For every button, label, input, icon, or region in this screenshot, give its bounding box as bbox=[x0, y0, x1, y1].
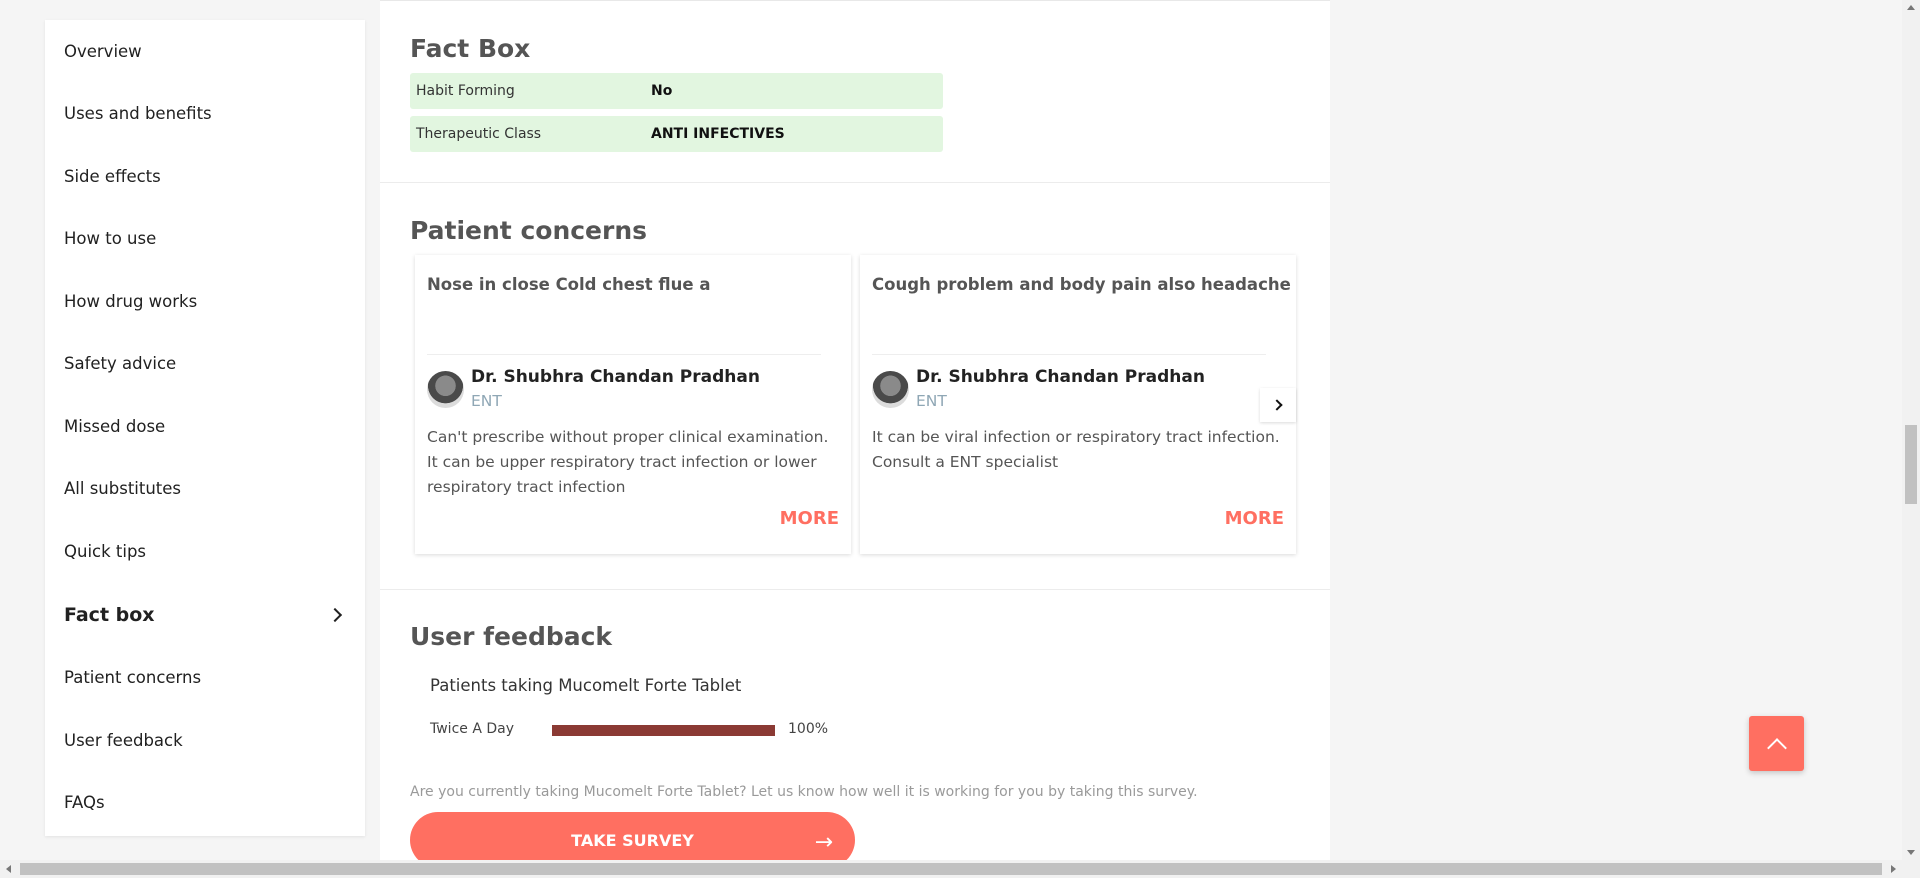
sidebar-item-how-to-use[interactable]: How to use bbox=[64, 229, 346, 248]
sidebar-item-label: How drug works bbox=[64, 292, 198, 311]
sidebar-item-side-effects[interactable]: Side effects bbox=[64, 167, 346, 186]
concern-question: Nose in close Cold chest flue a bbox=[427, 275, 711, 294]
chevron-up-icon bbox=[1766, 737, 1787, 758]
doctor-answer: It can be viral infection or respiratory… bbox=[872, 428, 1280, 471]
sidebar-item-label: Fact box bbox=[64, 604, 155, 626]
doctor-specialty: ENT bbox=[471, 392, 502, 410]
sidebar-item-all-substitutes[interactable]: All substitutes bbox=[64, 479, 346, 498]
concern-question: Cough problem and body pain also headach… bbox=[872, 275, 1291, 294]
sidebar-item-how-drug-works[interactable]: How drug works bbox=[64, 292, 346, 311]
chevron-right-icon bbox=[327, 607, 343, 623]
horizontal-scrollbar[interactable] bbox=[0, 860, 1920, 878]
sidebar-item-label: Missed dose bbox=[64, 417, 166, 436]
concern-card: Cough problem and body pain also headach… bbox=[860, 255, 1296, 554]
scroll-right-arrow-icon[interactable] bbox=[1891, 865, 1896, 873]
sidebar-item-label: How to use bbox=[64, 229, 157, 248]
vertical-scrollbar[interactable] bbox=[1902, 0, 1920, 860]
scroll-to-top-button[interactable] bbox=[1749, 716, 1804, 771]
sidebar-item-label: All substitutes bbox=[64, 479, 182, 498]
survey-prompt: Are you currently taking Mucomelt Forte … bbox=[410, 784, 1198, 800]
divider bbox=[380, 589, 1330, 590]
doctor-avatar bbox=[427, 371, 464, 408]
sidebar-item-label: Overview bbox=[64, 42, 142, 61]
scroll-down-arrow-icon[interactable] bbox=[1907, 850, 1915, 855]
arrow-right-icon: → bbox=[814, 830, 833, 855]
fact-value: ANTI INFECTIVES bbox=[651, 126, 785, 142]
fact-label: Habit Forming bbox=[416, 83, 515, 99]
sidebar-item-label: Side effects bbox=[64, 167, 161, 186]
fact-box-title: Fact Box bbox=[410, 34, 531, 63]
feedback-percent: 100% bbox=[788, 721, 829, 737]
sidebar-item-fact-box[interactable]: Fact box bbox=[64, 604, 346, 626]
divider bbox=[380, 182, 1330, 183]
fact-row-habit-forming: Habit Forming No bbox=[410, 73, 943, 109]
sidebar-item-label: User feedback bbox=[64, 731, 183, 750]
patient-concerns-title: Patient concerns bbox=[410, 216, 648, 245]
fact-value: No bbox=[651, 83, 673, 99]
sidebar-item-patient-concerns[interactable]: Patient concerns bbox=[64, 668, 346, 687]
doctor-name: Dr. Shubhra Chandan Pradhan bbox=[916, 367, 1205, 387]
feedback-subtitle: Patients taking Mucomelt Forte Tablet bbox=[430, 676, 742, 695]
divider bbox=[872, 354, 1266, 355]
sidebar-item-label: FAQs bbox=[64, 793, 105, 812]
sidebar-item-label: Safety advice bbox=[64, 354, 177, 373]
scroll-left-arrow-icon[interactable] bbox=[6, 865, 11, 873]
divider bbox=[380, 0, 1330, 1]
doctor-avatar bbox=[872, 371, 909, 408]
fact-row-therapeutic-class: Therapeutic Class ANTI INFECTIVES bbox=[410, 116, 943, 152]
sidebar-item-overview[interactable]: Overview bbox=[64, 42, 346, 61]
user-feedback-title: User feedback bbox=[410, 622, 613, 651]
fact-label: Therapeutic Class bbox=[416, 126, 542, 142]
sidebar-item-label: Patient concerns bbox=[64, 668, 202, 687]
sidebar-item-faqs[interactable]: FAQs bbox=[64, 793, 346, 812]
sidebar-item-quick-tips[interactable]: Quick tips bbox=[64, 542, 346, 561]
doctor-answer: Can't prescribe without proper clinical … bbox=[427, 428, 829, 496]
divider bbox=[427, 354, 821, 355]
more-link[interactable]: MORE bbox=[1225, 508, 1284, 529]
scroll-up-arrow-icon[interactable] bbox=[1907, 5, 1915, 10]
chevron-right-icon bbox=[1270, 399, 1283, 411]
sidebar-item-missed-dose[interactable]: Missed dose bbox=[64, 417, 346, 436]
doctor-name: Dr. Shubhra Chandan Pradhan bbox=[471, 367, 760, 387]
sidebar-item-safety-advice[interactable]: Safety advice bbox=[64, 354, 346, 373]
sidebar-item-label: Uses and benefits bbox=[64, 104, 212, 123]
sidebar-item-uses-and-benefits[interactable]: Uses and benefits bbox=[64, 104, 346, 123]
feedback-row-label: Twice A Day bbox=[430, 721, 515, 737]
doctor-specialty: ENT bbox=[916, 392, 947, 410]
sidebar-item-label: Quick tips bbox=[64, 542, 147, 561]
horizontal-scroll-thumb[interactable] bbox=[20, 863, 1882, 875]
section-nav-sidebar: Overview Uses and benefits Side effects … bbox=[45, 20, 365, 836]
sidebar-item-user-feedback[interactable]: User feedback bbox=[64, 731, 346, 750]
take-survey-label: TAKE SURVEY bbox=[571, 830, 694, 850]
main-content: Fact Box Habit Forming No Therapeutic Cl… bbox=[380, 0, 1330, 878]
feedback-progress-bar bbox=[552, 725, 775, 736]
concern-card: Nose in close Cold chest flue a Dr. Shub… bbox=[415, 255, 851, 554]
vertical-scroll-thumb[interactable] bbox=[1905, 425, 1917, 504]
carousel-next-button[interactable] bbox=[1260, 388, 1296, 422]
more-link[interactable]: MORE bbox=[780, 508, 839, 529]
